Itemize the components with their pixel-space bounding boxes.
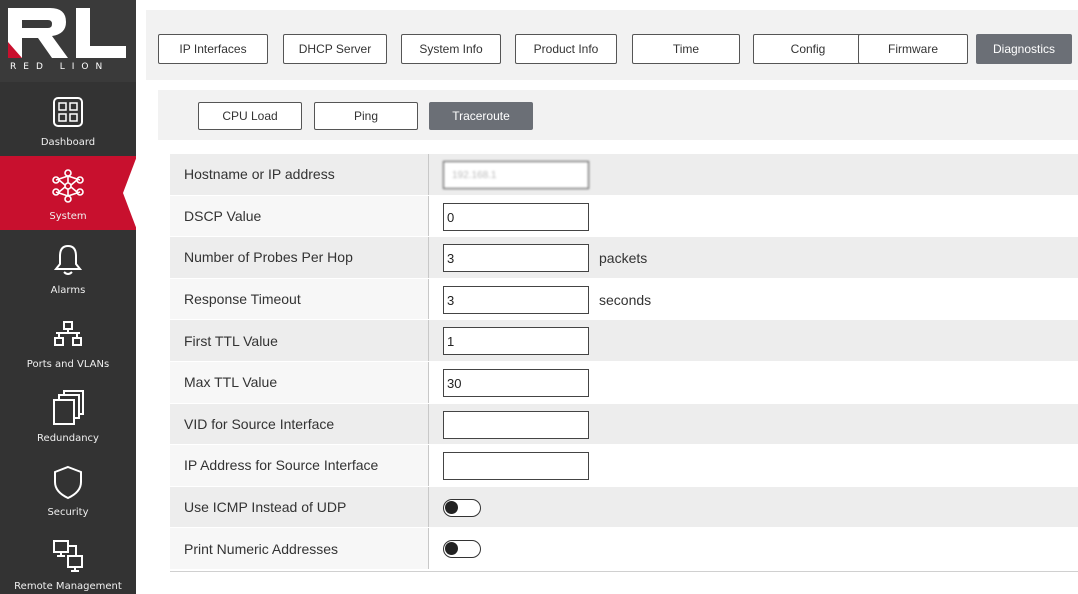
timeout-input[interactable]: 3 <box>443 285 589 314</box>
toggle-knob <box>445 542 458 556</box>
tab-dhcp-server[interactable]: DHCP Server <box>283 34 387 64</box>
rl-logo-icon <box>8 8 126 58</box>
traceroute-form: Hostname or IP address 192.168.1 DSCP Va… <box>170 154 1078 570</box>
shield-icon <box>54 465 82 500</box>
value-cell <box>428 528 1078 569</box>
dashboard-icon <box>53 97 83 127</box>
form-row-icmp: Use ICMP Instead of UDP <box>170 486 1078 529</box>
numeric-toggle[interactable] <box>443 540 481 559</box>
value-cell: 3 seconds <box>428 278 1078 320</box>
field-label: Max TTL Value <box>170 361 428 403</box>
tab-firmware[interactable]: Firmware <box>858 34 968 64</box>
form-bottom-divider <box>170 571 1078 572</box>
sidebar-item-label: Remote Management <box>14 581 122 592</box>
top-tab-bar: IP Interfaces DHCP Server System Info Pr… <box>146 10 1078 80</box>
tab-time[interactable]: Time <box>632 34 740 64</box>
timeout-unit: seconds <box>599 291 652 308</box>
source-ip-input[interactable] <box>443 452 589 481</box>
form-row-first-ttl: First TTL Value 1 <box>170 320 1078 362</box>
sidebar-item-label: Ports and VLANs <box>26 359 110 370</box>
probes-unit: packets <box>599 250 648 267</box>
form-row-vid: VID for Source Interface <box>170 403 1078 446</box>
field-label: Use ICMP Instead of UDP <box>170 486 428 528</box>
vid-input[interactable] <box>443 410 589 439</box>
subtab-traceroute[interactable]: Traceroute <box>429 102 533 130</box>
field-label: Response Timeout <box>170 278 428 320</box>
system-network-icon <box>52 169 84 203</box>
ports-icon <box>54 321 82 346</box>
sidebar-item-label: Security <box>47 507 89 518</box>
max-ttl-input[interactable]: 30 <box>443 368 589 397</box>
sidebar-item-security[interactable]: Security <box>0 452 136 526</box>
tab-system-info[interactable]: System Info <box>401 34 501 64</box>
value-cell: 0 <box>428 195 1078 237</box>
sidebar-item-label: Alarms <box>50 285 86 296</box>
tab-ip-interfaces[interactable]: IP Interfaces <box>158 34 268 64</box>
field-label: First TTL Value <box>170 320 428 361</box>
sidebar-item-ports-vlans[interactable]: Ports and VLANs <box>0 304 136 378</box>
form-row-max-ttl: Max TTL Value 30 <box>170 361 1078 404</box>
app-root: RED LION Dashboard System Alarms Ports a… <box>0 0 1078 594</box>
form-row-probes: Number of Probes Per Hop 3 packets <box>170 237 1078 279</box>
value-cell: 3 packets <box>428 237 1078 278</box>
sidebar-item-redundancy[interactable]: Redundancy <box>0 378 136 452</box>
value-cell: 1 <box>428 320 1078 361</box>
value-cell <box>428 486 1078 528</box>
form-row-source-ip: IP Address for Source Interface <box>170 445 1078 487</box>
value-cell: 30 <box>428 361 1078 403</box>
probes-input[interactable]: 3 <box>443 244 589 273</box>
sidebar-item-label: Dashboard <box>40 137 96 148</box>
form-row-numeric: Print Numeric Addresses <box>170 528 1078 570</box>
redundancy-icon <box>53 390 84 425</box>
form-row-dscp: DSCP Value 0 <box>170 195 1078 238</box>
field-label: VID for Source Interface <box>170 403 428 445</box>
first-ttl-input[interactable]: 1 <box>443 327 589 356</box>
dscp-input[interactable]: 0 <box>443 202 589 231</box>
sidebar-item-dashboard[interactable]: Dashboard <box>0 82 136 156</box>
form-row-timeout: Response Timeout 3 seconds <box>170 278 1078 321</box>
sidebar: RED LION Dashboard System Alarms Ports a… <box>0 0 136 594</box>
sidebar-item-label: Redundancy <box>37 433 99 444</box>
field-label: Print Numeric Addresses <box>170 528 428 569</box>
remote-management-icon <box>53 540 83 572</box>
value-cell: 192.168.1 <box>428 154 1078 195</box>
sidebar-item-system[interactable]: System <box>0 156 136 230</box>
red-lion-logo: RED LION <box>0 0 136 82</box>
sidebar-item-alarms[interactable]: Alarms <box>0 230 136 304</box>
sidebar-item-remote-management[interactable]: Remote Management <box>0 526 136 594</box>
subtab-ping[interactable]: Ping <box>314 102 418 130</box>
brand-text: RED LION <box>10 62 110 72</box>
value-cell <box>428 445 1078 486</box>
toggle-knob <box>445 500 458 514</box>
form-row-hostname: Hostname or IP address 192.168.1 <box>170 154 1078 196</box>
tab-diagnostics[interactable]: Diagnostics <box>976 34 1072 64</box>
hostname-input[interactable]: 192.168.1 <box>443 161 589 189</box>
sidebar-item-label: System <box>49 211 87 222</box>
value-cell <box>428 403 1078 445</box>
field-label: DSCP Value <box>170 195 428 237</box>
tab-config[interactable]: Config <box>753 34 863 64</box>
subtab-cpu-load[interactable]: CPU Load <box>198 102 302 130</box>
icmp-toggle[interactable] <box>443 498 481 517</box>
bell-icon <box>53 244 83 275</box>
field-label: Number of Probes Per Hop <box>170 237 428 278</box>
field-label: IP Address for Source Interface <box>170 445 428 486</box>
sub-tab-bar: CPU Load Ping Traceroute <box>158 90 1078 140</box>
field-label: Hostname or IP address <box>170 154 428 195</box>
tab-product-info[interactable]: Product Info <box>515 34 617 64</box>
